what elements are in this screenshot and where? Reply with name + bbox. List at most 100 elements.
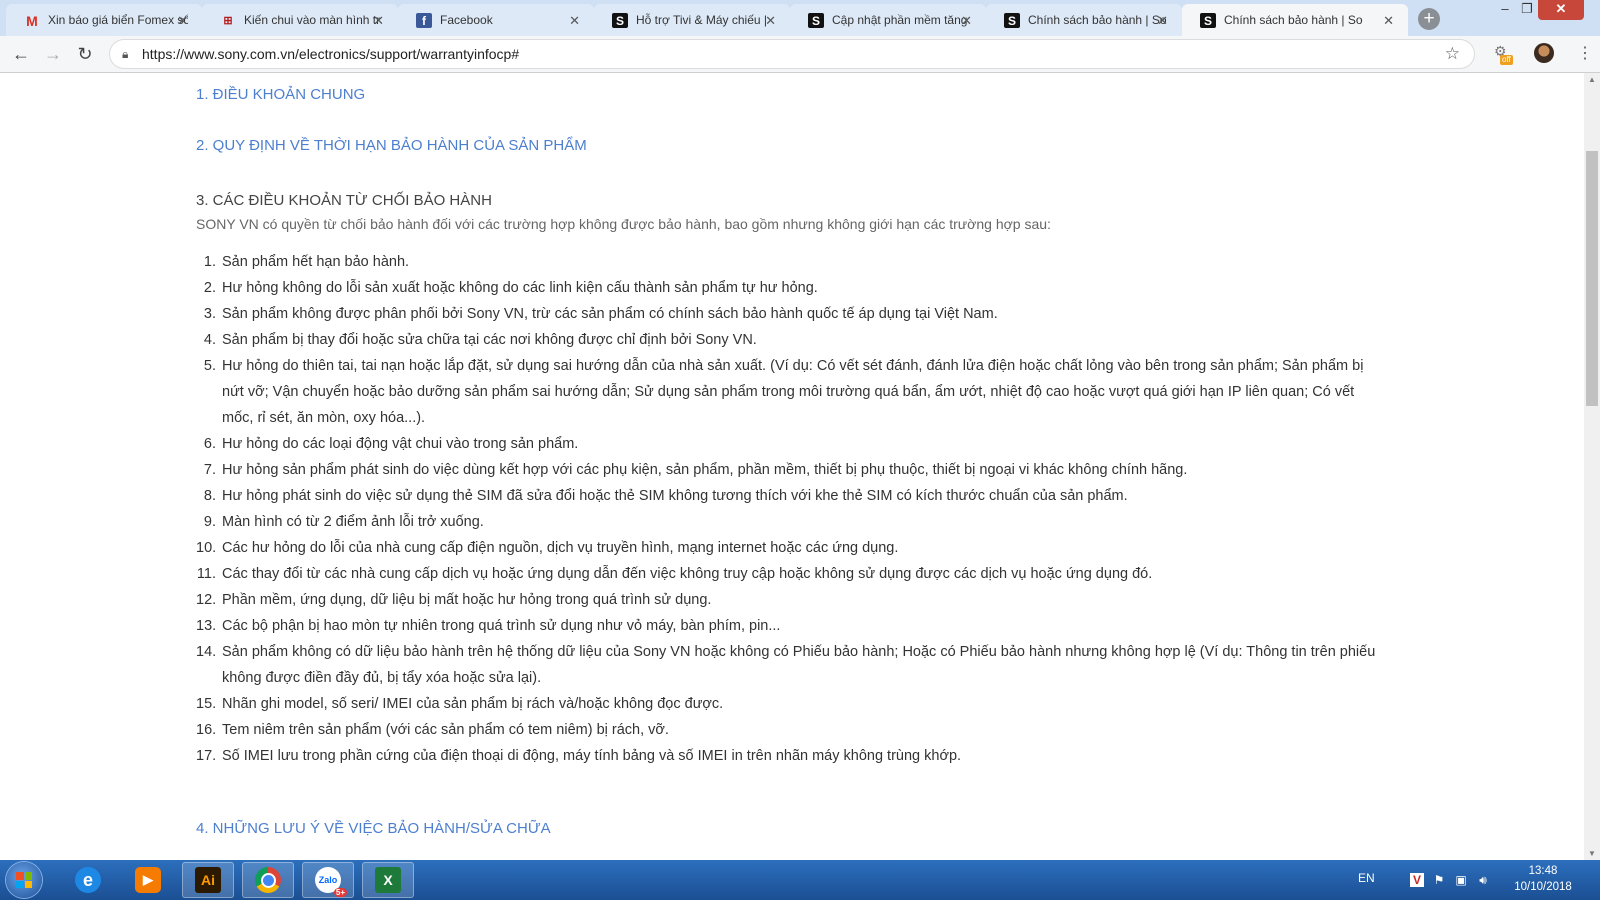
taskbar-excel[interactable]: X [362, 862, 414, 898]
list-item-text: Các hư hỏng do lỗi của nhà cung cấp điện… [222, 540, 899, 556]
list-item: 13. Các bộ phận bị hao mòn tự nhiên trong… [196, 613, 1386, 639]
tab-title: Xin báo giá biển Fomex sổ [48, 13, 188, 27]
close-icon[interactable]: ✕ [373, 13, 384, 29]
tab-strip: M Xin báo giá biển Fomex sổ ✕ ⊞ Kiến chu… [0, 0, 1600, 36]
new-tab-button[interactable]: + [1418, 8, 1440, 30]
tab-title: Hỗ trợ Tivi & Máy chiếu | [636, 13, 768, 27]
close-icon[interactable]: ✕ [1157, 13, 1168, 29]
scroll-down-icon[interactable]: ▼ [1584, 849, 1600, 858]
section-4-link[interactable]: 4. NHỮNG LƯU Ý VỀ VIỆC BẢO HÀNH/SỬA CHỮA [196, 820, 551, 837]
scroll-thumb[interactable] [1586, 151, 1598, 406]
tab-title: Cập nhật phần mềm tăng [832, 13, 968, 27]
close-icon[interactable]: ✕ [569, 13, 580, 29]
list-item-number: 6. [203, 436, 216, 452]
list-item: 10. Các hư hỏng do lỗi của nhà cung cấp đ… [196, 535, 1386, 561]
close-icon[interactable]: ✕ [961, 13, 972, 29]
chrome-icon [255, 867, 281, 893]
maximize-button[interactable]: ❐ [1516, 0, 1538, 20]
list-item: 11. Các thay đổi từ các nhà cung cấp dịch… [196, 561, 1386, 587]
sony-icon: S [612, 13, 628, 28]
tab-2[interactable]: f Facebook ✕ [398, 4, 594, 36]
list-item: 6. Hư hỏng do các loại động vật chui vào … [196, 431, 1386, 457]
section-3-heading[interactable]: 3. CÁC ĐIỀU KHOẢN TỪ CHỐI BẢO HÀNH [196, 192, 492, 209]
list-item-number: 5. [203, 358, 216, 374]
list-item: 5. Hư hỏng do thiên tai, tai nạn hoặc lắp… [196, 353, 1386, 431]
action-center-icon[interactable]: ⚑ [1432, 873, 1446, 887]
taskbar-media-player[interactable]: ▶ [122, 862, 174, 898]
taskbar: e ▶ Ai Zalo 5+ X EN V ⚑ ▣ 🔊︎ 13:48 10/10… [0, 860, 1600, 900]
network-icon[interactable]: ▣ [1454, 873, 1468, 887]
clock-date: 10/10/2018 [1514, 881, 1572, 893]
list-item-text: Sản phẩm bị thay đổi hoặc sửa chữa tại c… [222, 332, 757, 348]
intro-text: SONY VN có quyền từ chối bảo hành đối vớ… [196, 216, 1051, 232]
list-item-text: Hư hỏng sản phẩm phát sinh do việc dùng … [222, 462, 1188, 478]
menu-icon[interactable]: ⋮ [1577, 43, 1593, 63]
tab-title: Chính sách bảo hành | So [1224, 13, 1363, 27]
taskbar-illustrator[interactable]: Ai [182, 862, 234, 898]
taskbar-internet-explorer[interactable]: e [62, 862, 114, 898]
taskbar-zalo[interactable]: Zalo 5+ [302, 862, 354, 898]
list-item-number: 4. [203, 332, 216, 348]
list-item-number: 11. [196, 566, 216, 582]
address-bar[interactable]: 🔒︎ https://www.sony.com.vn/electronics/s… [110, 40, 1474, 68]
list-item: 4. Sản phẩm bị thay đổi hoặc sửa chữa tại… [196, 327, 1386, 353]
list-item-text: Tem niêm trên sản phẩm (với các sản phẩm… [222, 722, 669, 738]
clock-time: 13:48 [1528, 865, 1558, 877]
tab-5[interactable]: S Chính sách bảo hành | So ✕ [986, 4, 1182, 36]
list-item-text: Hư hỏng do các loại động vật chui vào tr… [222, 436, 579, 452]
scrollbar[interactable]: ▲ ▼ [1584, 73, 1600, 860]
list-item: 15. Nhãn ghi model, số seri/ IMEI của sản… [196, 691, 1386, 717]
list-item-number: 10. [196, 540, 217, 556]
list-item-text: Phần mềm, ứng dụng, dữ liệu bị mất hoặc … [222, 592, 712, 608]
section-1-link[interactable]: 1. ĐIỀU KHOẢN CHUNG [196, 86, 365, 103]
zalo-icon: Zalo 5+ [315, 867, 347, 897]
illustrator-icon: Ai [195, 867, 221, 893]
list-item-number: 1. [203, 254, 216, 270]
section-2-link[interactable]: 2. QUY ĐỊNH VỀ THỜI HẠN BẢO HÀNH CỦA SẢN… [196, 137, 587, 154]
extension-icon[interactable]: ⚙ off [1494, 43, 1514, 65]
list-item-number: 14. [196, 644, 217, 660]
profile-avatar[interactable] [1534, 43, 1554, 63]
page-content: 1. ĐIỀU KHOẢN CHUNG 2. QUY ĐỊNH VỀ THỜI … [0, 73, 1584, 860]
close-icon[interactable]: ✕ [765, 13, 776, 29]
tab-title: Chính sách bảo hành | So [1028, 13, 1167, 27]
tab-3[interactable]: S Hỗ trợ Tivi & Máy chiếu | ✕ [594, 4, 790, 36]
reload-icon[interactable]: ↻ [74, 43, 96, 65]
url-text[interactable]: https://www.sony.com.vn/electronics/supp… [142, 46, 519, 62]
language-indicator[interactable]: EN [1358, 871, 1375, 885]
extension-badge: off [1500, 55, 1513, 65]
list-item-text: Số IMEI lưu trong phần cứng của điện tho… [222, 748, 962, 764]
window-close-button[interactable]: ✕ [1538, 0, 1584, 20]
list-item: 1. Sản phẩm hết hạn bảo hành. [196, 249, 1386, 275]
tab-title: Facebook [440, 13, 493, 27]
kienthuc-icon: ⊞ [223, 15, 233, 27]
volume-icon[interactable]: 🔊︎ [1476, 873, 1490, 887]
back-icon[interactable]: ← [10, 43, 32, 65]
internet-explorer-icon: e [75, 867, 101, 893]
system-clock[interactable]: 13:48 10/10/2018 [1508, 863, 1578, 895]
forward-icon[interactable]: → [42, 43, 64, 65]
scroll-up-icon[interactable]: ▲ [1584, 75, 1600, 84]
zalo-notification-badge: 5+ [333, 888, 347, 897]
tab-0[interactable]: M Xin báo giá biển Fomex sổ ✕ [6, 4, 202, 36]
close-icon[interactable]: ✕ [177, 13, 188, 29]
list-item-text: Hư hỏng không do lỗi sản xuất hoặc không… [222, 280, 818, 296]
bookmark-star-icon[interactable]: ☆ [1445, 44, 1460, 64]
start-button[interactable] [6, 862, 42, 898]
minimize-button[interactable]: – [1494, 0, 1516, 20]
list-item-text: Sản phẩm hết hạn bảo hành. [222, 254, 410, 270]
list-item: 2. Hư hỏng không do lỗi sản xuất hoặc khô… [196, 275, 1386, 301]
list-item-number: 7. [203, 462, 216, 478]
taskbar-chrome[interactable] [242, 862, 294, 898]
tab-1[interactable]: ⊞ Kiến chui vào màn hình tr ✕ [202, 4, 398, 36]
windows-logo-icon [16, 872, 32, 888]
list-item-text: Các thay đổi từ các nhà cung cấp dịch vụ… [222, 566, 1153, 582]
list-item: 12. Phần mềm, ứng dụng, dữ liệu bị mất ho… [196, 587, 1386, 613]
zalo-label: Zalo [318, 875, 338, 885]
close-icon[interactable]: ✕ [1383, 13, 1394, 29]
list-item: 8. Hư hỏng phát sinh do việc sử dụng thẻ … [196, 483, 1386, 509]
tab-6-active[interactable]: S Chính sách bảo hành | So ✕ [1182, 4, 1408, 36]
tab-4[interactable]: S Cập nhật phần mềm tăng ✕ [790, 4, 986, 36]
lock-icon: 🔒︎ [122, 47, 129, 61]
antivirus-tray-icon[interactable]: V [1410, 873, 1424, 887]
